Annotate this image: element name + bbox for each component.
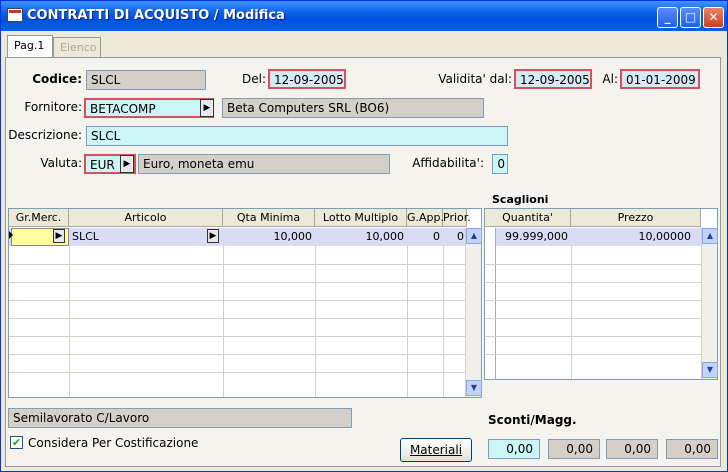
valuta-lookup-icon[interactable]: ▶ bbox=[120, 155, 134, 173]
descrizione-label: Descrizione: bbox=[8, 128, 82, 142]
col-qta-minima[interactable]: Qta Minima bbox=[223, 209, 315, 227]
scroll-down-icon[interactable]: ▼ bbox=[466, 380, 482, 396]
table-row[interactable]: 99.999,000 10,00000 bbox=[495, 228, 701, 246]
window-title: CONTRATTI DI ACQUISTO / Modifica bbox=[27, 8, 285, 23]
considera-checkbox[interactable]: ✔ bbox=[10, 436, 23, 449]
articolo-lookup-icon[interactable]: ▶ bbox=[207, 229, 219, 243]
fornitore-desc: Beta Computers SRL (BO6) bbox=[222, 98, 484, 118]
scroll-up-icon[interactable]: ▲ bbox=[466, 228, 482, 244]
affidabilita-field[interactable]: 0 bbox=[492, 154, 508, 174]
sconto-1-field[interactable]: 0,00 bbox=[488, 439, 540, 459]
gapp-cell[interactable]: 0 bbox=[407, 228, 443, 246]
col-quantita[interactable]: Quantita' bbox=[485, 209, 571, 227]
grmerc-lookup-icon[interactable]: ▶ bbox=[53, 229, 65, 243]
articles-scrollbar[interactable]: ▲ ▼ bbox=[465, 228, 482, 397]
row-indicator-icon bbox=[9, 231, 13, 239]
codice-field[interactable]: SLCL bbox=[86, 70, 206, 90]
tab-elenco[interactable]: Elenco bbox=[53, 37, 101, 57]
col-prior[interactable]: Prior. bbox=[443, 209, 471, 227]
quantita-cell[interactable]: 99.999,000 bbox=[495, 228, 571, 246]
articolo-cell[interactable]: SLCL bbox=[69, 228, 223, 246]
validita-field[interactable]: 12-09-2005 bbox=[514, 69, 592, 89]
al-label: Al: bbox=[602, 72, 618, 86]
col-lotto-multiplo[interactable]: Lotto Multiplo bbox=[315, 209, 407, 227]
sconto-3-field[interactable]: 0,00 bbox=[606, 439, 658, 459]
validita-label: Validita' dal: bbox=[438, 72, 512, 86]
main-window: CONTRATTI DI ACQUISTO / Modifica _ □ ✕ P… bbox=[0, 0, 728, 472]
codice-label: Codice: bbox=[32, 72, 82, 86]
app-icon bbox=[7, 8, 23, 22]
scaglioni-title: Scaglioni bbox=[492, 193, 549, 206]
sconto-4-field[interactable]: 0,00 bbox=[666, 439, 718, 459]
descrizione-field[interactable]: SLCL bbox=[86, 126, 508, 146]
del-field[interactable]: 12-09-2005 bbox=[268, 69, 346, 89]
articles-grid[interactable]: Gr.Merc. Articolo Qta Minima Lotto Multi… bbox=[8, 208, 482, 398]
maximize-button[interactable]: □ bbox=[680, 7, 701, 28]
lotto-cell[interactable]: 10,000 bbox=[315, 228, 407, 246]
valuta-label: Valuta: bbox=[40, 156, 82, 170]
qta-cell[interactable]: 10,000 bbox=[223, 228, 315, 246]
scroll-up-icon[interactable]: ▲ bbox=[702, 228, 718, 244]
prior-cell[interactable]: 0 bbox=[443, 228, 467, 246]
semilavorato-field: Semilavorato C/Lavoro bbox=[8, 408, 352, 428]
col-grmerc[interactable]: Gr.Merc. bbox=[9, 209, 69, 227]
minimize-button[interactable]: _ bbox=[657, 7, 678, 28]
col-articolo[interactable]: Articolo bbox=[69, 209, 223, 227]
fornitore-field[interactable]: BETACOMP bbox=[84, 98, 214, 118]
al-field[interactable]: 01-01-2009 bbox=[620, 69, 700, 89]
sconti-label: Sconti/Magg. bbox=[488, 413, 577, 427]
table-row[interactable]: ▶ SLCL ▶ 10,000 10,000 0 0 bbox=[9, 228, 467, 246]
scaglioni-grid[interactable]: Quantita' Prezzo 99.999,000 10,00000 ▲ ▼ bbox=[484, 208, 718, 380]
fornitore-lookup-icon[interactable]: ▶ bbox=[200, 99, 214, 117]
prezzo-cell[interactable]: 10,00000 bbox=[571, 228, 701, 246]
close-button[interactable]: ✕ bbox=[703, 7, 724, 28]
tab-pag1[interactable]: Pag.1 bbox=[7, 35, 53, 57]
form-panel: Codice: SLCL Del: 12-09-2005 Validita' d… bbox=[5, 57, 721, 467]
materiali-button[interactable]: Materiali bbox=[400, 438, 472, 462]
scroll-down-icon[interactable]: ▼ bbox=[702, 362, 718, 378]
col-gapp[interactable]: G.App. bbox=[407, 209, 444, 227]
fornitore-label: Fornitore: bbox=[24, 100, 82, 114]
scaglioni-scrollbar[interactable]: ▲ ▼ bbox=[701, 228, 718, 379]
valuta-desc: Euro, moneta emu bbox=[138, 154, 390, 174]
sconto-2-field[interactable]: 0,00 bbox=[548, 439, 600, 459]
col-prezzo[interactable]: Prezzo bbox=[571, 209, 701, 227]
considera-label: Considera Per Costificazione bbox=[28, 436, 199, 450]
affidabilita-label: Affidabilita': bbox=[412, 156, 484, 170]
title-bar[interactable]: CONTRATTI DI ACQUISTO / Modifica _ □ ✕ bbox=[1, 1, 727, 31]
del-label: Del: bbox=[242, 72, 266, 86]
